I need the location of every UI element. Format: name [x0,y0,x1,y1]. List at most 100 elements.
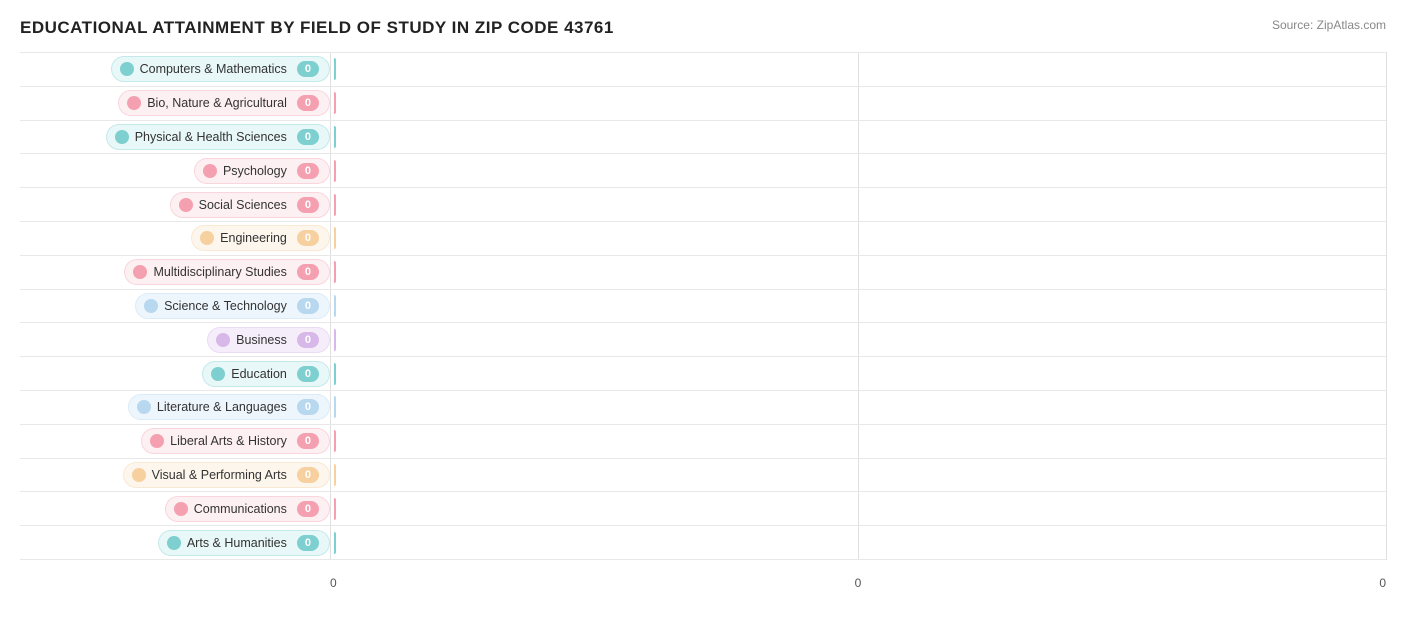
label-pill: Bio, Nature & Agricultural 0 [118,90,330,116]
label-dot [120,62,134,76]
bar-row [330,87,1386,121]
bar-row [330,425,1386,459]
label-dot [133,265,147,279]
label-pill: Business0 [207,327,330,353]
bar-row [330,357,1386,391]
bar-fill [334,92,336,114]
label-row: Business0 [20,323,330,357]
label-text: Communications [194,502,287,516]
bar-fill [334,58,336,80]
value-badge: 0 [297,366,319,382]
bar-row [330,154,1386,188]
label-row: Arts & Humanities 0 [20,526,330,560]
label-row: Physical & Health Sciences 0 [20,121,330,155]
bar-row [330,492,1386,526]
label-row: Literature & Languages0 [20,391,330,425]
label-dot [150,434,164,448]
bar-fill [334,160,336,182]
label-dot [203,164,217,178]
label-row: Communications 0 [20,492,330,526]
label-pill: Computers & Mathematics0 [111,56,330,82]
label-text: Education [231,367,287,381]
bar-row [330,121,1386,155]
label-pill: Social Sciences 0 [170,192,330,218]
value-badge: 0 [297,129,319,145]
x-axis-labels: 000 [330,576,1386,590]
label-row: Computers & Mathematics0 [20,52,330,87]
label-text: Computers & Mathematics [140,62,287,76]
bar-fill [334,430,336,452]
label-text: Literature & Languages [157,400,287,414]
bar-fill [334,396,336,418]
bar-fill [334,261,336,283]
bar-row [330,526,1386,560]
chart-title: EDUCATIONAL ATTAINMENT BY FIELD OF STUDY… [20,18,614,38]
value-badge: 0 [297,264,319,280]
bar-row [330,391,1386,425]
value-badge: 0 [297,332,319,348]
value-badge: 0 [297,230,319,246]
value-badge: 0 [297,467,319,483]
bar-fill [334,295,336,317]
label-row: Social Sciences 0 [20,188,330,222]
value-badge: 0 [297,535,319,551]
bar-row [330,188,1386,222]
label-row: Engineering 0 [20,222,330,256]
bar-fill [334,126,336,148]
label-pill: Communications 0 [165,496,330,522]
label-pill: Liberal Arts & History 0 [141,428,330,454]
value-badge: 0 [297,501,319,517]
bar-row [330,222,1386,256]
grid-line-2 [1386,52,1387,560]
label-pill: Multidisciplinary Studies 0 [124,259,330,285]
bar-row [330,290,1386,324]
value-badge: 0 [297,163,319,179]
label-row: Visual & Performing Arts0 [20,459,330,493]
bar-fill [334,363,336,385]
label-dot [132,468,146,482]
chart-container: EDUCATIONAL ATTAINMENT BY FIELD OF STUDY… [0,0,1406,631]
label-text: Liberal Arts & History [170,434,287,448]
bar-row [330,459,1386,493]
chart-header: EDUCATIONAL ATTAINMENT BY FIELD OF STUDY… [20,18,1386,38]
bar-row [330,323,1386,357]
bar-fill [334,532,336,554]
x-axis-label: 0 [1379,576,1386,590]
label-dot [115,130,129,144]
label-dot [174,502,188,516]
label-row: Bio, Nature & Agricultural 0 [20,87,330,121]
value-badge: 0 [297,95,319,111]
label-row: Psychology0 [20,154,330,188]
bar-fill [334,227,336,249]
label-text: Arts & Humanities [187,536,287,550]
label-text: Multidisciplinary Studies [153,265,286,279]
label-text: Physical & Health Sciences [135,130,287,144]
label-dot [144,299,158,313]
label-pill: Engineering 0 [191,225,330,251]
chart-body: Computers & Mathematics0Bio, Nature & Ag… [20,52,1386,560]
bar-fill [334,329,336,351]
label-dot [179,198,193,212]
label-pill: Physical & Health Sciences 0 [106,124,330,150]
bar-row [330,52,1386,87]
value-badge: 0 [297,298,319,314]
label-row: Education 0 [20,357,330,391]
label-dot [137,400,151,414]
label-dot [167,536,181,550]
label-text: Social Sciences [199,198,287,212]
chart-source: Source: ZipAtlas.com [1272,18,1386,32]
label-text: Bio, Nature & Agricultural [147,96,287,110]
label-pill: Visual & Performing Arts0 [123,462,330,488]
label-dot [211,367,225,381]
label-dot [200,231,214,245]
value-badge: 0 [297,197,319,213]
label-text: Engineering [220,231,287,245]
value-badge: 0 [297,433,319,449]
label-row: Science & Technology0 [20,290,330,324]
label-pill: Psychology0 [194,158,330,184]
label-pill: Education 0 [202,361,330,387]
label-dot [216,333,230,347]
bar-row [330,256,1386,290]
bar-fill [334,498,336,520]
bar-fill [334,464,336,486]
